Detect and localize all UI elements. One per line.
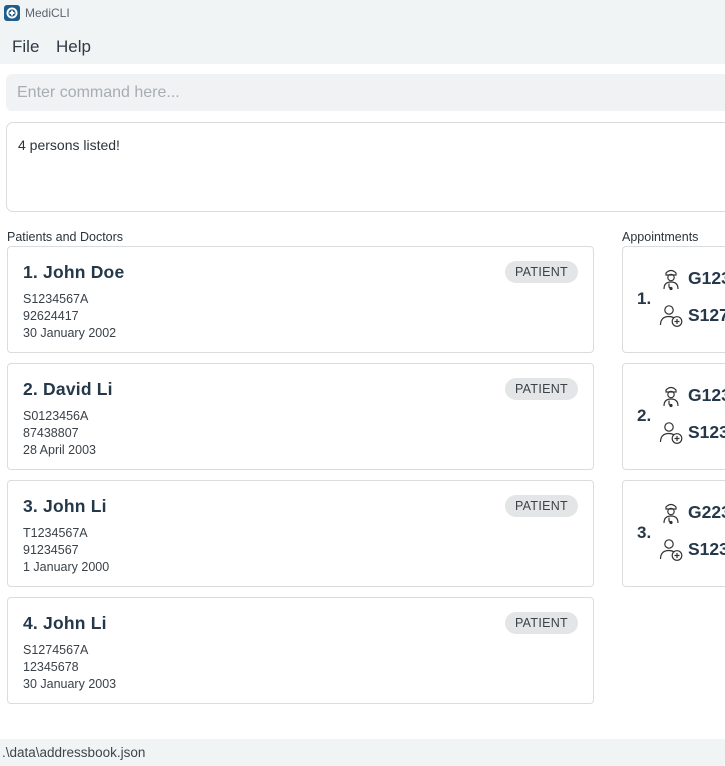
medicli-app-icon [4,5,20,21]
person-type-badge: PATIENT [504,495,578,517]
menu-file[interactable]: File [12,37,39,57]
person-dob: 30 January 2002 [23,326,117,340]
person-phone: 12345678 [23,660,79,674]
person-dob: 1 January 2000 [23,560,110,574]
person-nric: S1274567A [23,643,89,657]
appointment-card[interactable]: 2. G123 S123 [622,363,725,470]
person-dob: 30 January 2003 [23,677,117,691]
person-type-badge: PATIENT [504,261,578,283]
doctor-icon [663,386,679,408]
appointment-doctor-id: G223 [688,502,725,522]
person-phone: 87438807 [23,426,79,440]
appointment-patient-id: S123 [688,422,725,442]
appointment-patient-id: S127 [688,305,725,325]
person-type-badge: PATIENT [504,612,578,634]
appointment-doctor-id: G123 [688,268,725,288]
person-phone: 91234567 [23,543,79,557]
person-card[interactable]: 4. John Li PATIENT S1274567A 12345678 30… [7,597,594,704]
person-nric: S1234567A [23,292,89,306]
result-message: 4 persons listed! [18,137,120,153]
patient-icon [659,422,683,444]
appointment-card[interactable]: 1. G123 S127 [622,246,725,353]
appointment-card[interactable]: 3. G223 S123 [622,480,725,587]
patient-icon [659,305,683,327]
menu-bar: File Help [0,28,725,64]
person-card[interactable]: 2. David Li PATIENT S0123456A 87438807 2… [7,363,594,470]
result-display: 4 persons listed! [6,122,725,212]
menu-help[interactable]: Help [56,37,91,57]
person-type-badge: PATIENT [504,378,578,400]
appointment-patient-id: S123 [688,539,725,559]
doctor-icon [663,503,679,525]
person-dob: 28 April 2003 [23,443,96,457]
person-name: 3. John Li [23,496,107,516]
title-bar: MediCLI [0,0,725,28]
person-name: 4. John Li [23,613,107,633]
appointments-panel-title: Appointments [622,230,699,244]
person-name: 2. David Li [23,379,113,399]
appointment-index: 2. [637,406,652,425]
appointment-doctor-id: G123 [688,385,725,405]
command-input[interactable] [6,74,725,111]
person-name: 1. John Doe [23,262,125,282]
person-card[interactable]: 3. John Li PATIENT T1234567A 91234567 1 … [7,480,594,587]
status-file-path: .\data\addressbook.json [2,745,146,760]
person-nric: S0123456A [23,409,89,423]
person-card[interactable]: 1. John Doe PATIENT S1234567A 92624417 3… [7,246,594,353]
person-phone: 92624417 [23,309,79,323]
person-nric: T1234567A [23,526,88,540]
persons-panel-title: Patients and Doctors [7,230,124,244]
status-bar: .\data\addressbook.json [0,739,725,766]
appointment-index: 3. [637,523,652,542]
window-title: MediCLI [25,6,70,20]
patient-icon [659,539,683,561]
doctor-icon [663,269,679,291]
appointment-index: 1. [637,289,652,308]
